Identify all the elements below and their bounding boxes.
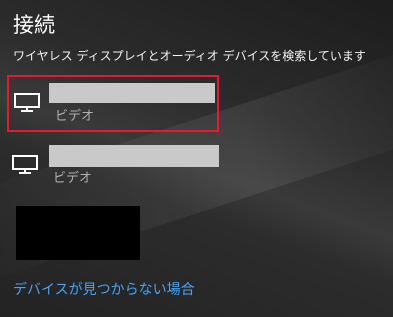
monitor-icon: [12, 155, 38, 174]
device-type-label: ビデオ: [55, 109, 95, 124]
device-type-label: ビデオ: [53, 171, 93, 186]
device-name-redacted: [49, 145, 219, 167]
device-item-1[interactable]: ビデオ: [7, 75, 219, 132]
search-status-text: ワイヤレス ディスプレイとオーディオ デバイスを検索しています: [13, 49, 366, 63]
device-not-found-link[interactable]: デバイスが見つからない場合: [13, 281, 195, 299]
panel-title: 接続: [13, 13, 55, 37]
device-name-redacted: [49, 83, 215, 103]
monitor-icon: [14, 93, 40, 112]
device-item-2[interactable]: ビデオ: [7, 140, 221, 192]
redacted-block: [16, 206, 140, 260]
